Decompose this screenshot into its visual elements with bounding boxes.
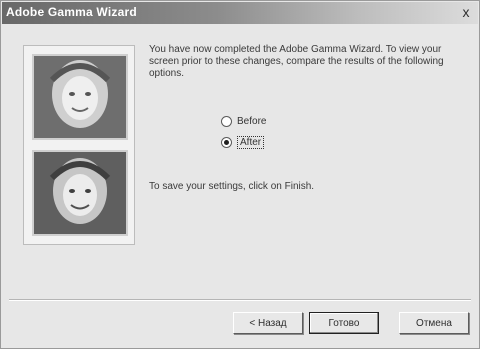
option-before[interactable]: Before xyxy=(221,116,266,127)
option-after-label: After xyxy=(237,136,265,149)
close-icon[interactable]: x xyxy=(458,5,474,19)
option-after[interactable]: After xyxy=(221,136,265,149)
finish-button[interactable]: Готово xyxy=(309,312,379,334)
completion-message: You have now completed the Adobe Gamma W… xyxy=(149,44,444,79)
cancel-button[interactable]: Отмена xyxy=(399,312,469,334)
wizard-window: Adobe Gamma Wizard x You have now comple… xyxy=(0,0,480,349)
portrait-image-bottom xyxy=(32,150,128,236)
footer-separator xyxy=(9,299,471,301)
option-before-label: Before xyxy=(237,116,267,127)
title-bar[interactable]: Adobe Gamma Wizard x xyxy=(2,2,478,24)
radio-icon[interactable] xyxy=(221,116,232,127)
radio-icon[interactable] xyxy=(221,137,232,148)
wizard-content: You have now completed the Adobe Gamma W… xyxy=(149,44,459,192)
portrait-image-top xyxy=(32,54,128,140)
back-button[interactable]: < Назад xyxy=(233,312,303,334)
window-title: Adobe Gamma Wizard xyxy=(6,5,137,19)
preview-panel xyxy=(23,45,135,245)
save-instruction: To save your settings, click on Finish. xyxy=(149,181,315,192)
